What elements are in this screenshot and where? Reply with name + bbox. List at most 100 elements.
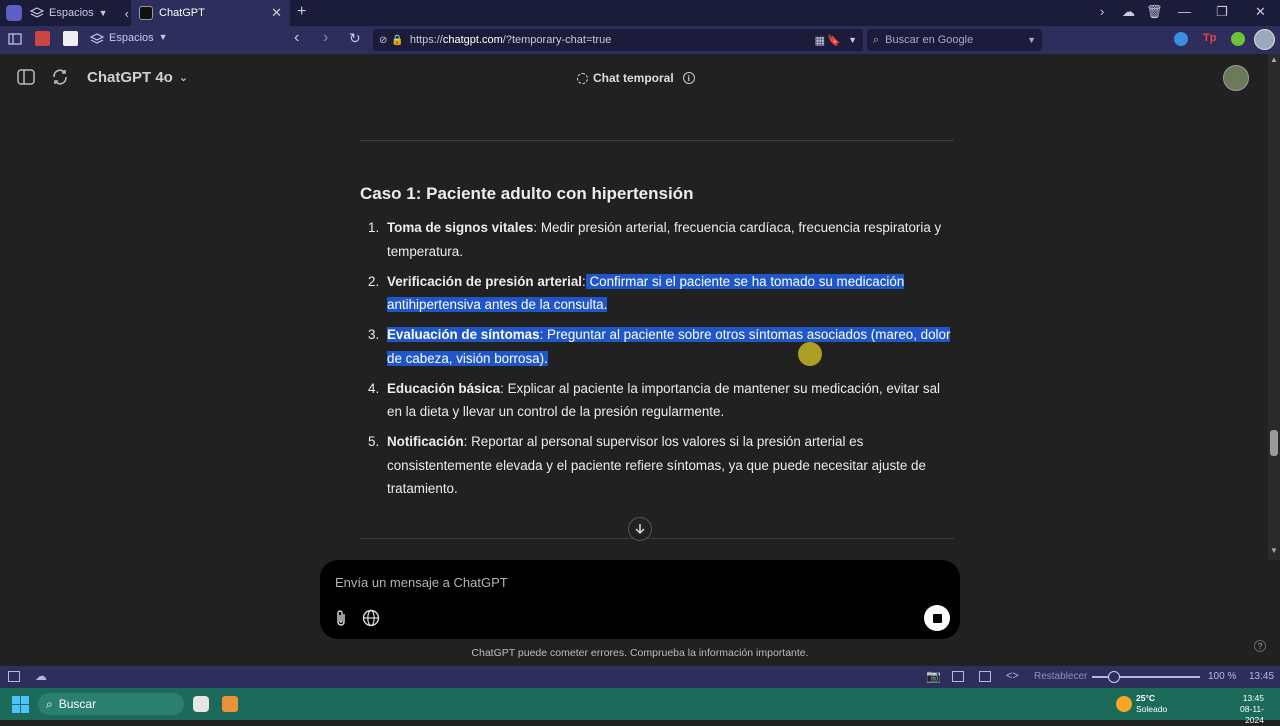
code-icon[interactable]: <> [1006,670,1019,682]
new-chat-icon[interactable] [51,68,69,86]
stop-generating-button[interactable] [924,605,950,631]
search-placeholder: Buscar en Google [885,34,974,46]
address-bar-row: Espacios ▼ ‹ › ↻ ⊘ 🔒 https://chatgpt.com… [0,26,1280,54]
scrollbar-thumb[interactable] [1270,430,1278,456]
step-title-selected: Evaluación de síntomas [387,327,540,342]
url-text: https://chatgpt.com/?temporary-chat=true [410,34,611,46]
trash-icon[interactable]: 🗑 [1146,4,1163,20]
camera-icon[interactable]: 📷 [926,669,941,683]
profile-avatar[interactable] [1254,29,1275,50]
vivaldi-taskbar-icon[interactable] [193,696,209,712]
step-number: 1. [368,220,380,235]
lock-icon: 🔒 [391,34,404,46]
scroll-up-icon[interactable]: ▲ [1270,55,1278,64]
new-tab-button[interactable]: + [297,3,306,21]
cloud-icon[interactable]: ☁ [35,669,47,683]
info-icon[interactable]: i [682,72,695,84]
minimize-icon[interactable]: — [1178,4,1191,19]
panel-toggle-icon[interactable] [8,32,22,46]
arrow-down-icon [634,523,646,535]
spaces-button[interactable]: Espacios ▼ [90,32,168,46]
dashed-circle-icon [577,72,588,84]
step-text: Reportar al personal supervisor los valo… [387,434,926,496]
step-number: 5. [368,434,380,449]
spaces-tab[interactable]: Espacios ▼ ‹ [30,0,129,26]
list-item: 3. Evaluación de síntomas: Preguntar al … [360,323,954,370]
step-title: Verificación de presión arterial [387,273,582,289]
model-selector[interactable]: ChatGPT 4o ⌄ [87,69,188,86]
chevron-down-icon: ⌄ [178,72,189,84]
search-engine-field[interactable]: ⌕ Buscar en Google ▼ [867,29,1042,51]
no-tracking-icon: ⊘ [379,34,388,46]
chatgpt-favicon-icon [139,6,153,20]
temporary-chat-label: Chat temporal [593,71,674,85]
zoom-slider-handle[interactable] [1108,671,1120,683]
reset-zoom-label[interactable]: Restablecer [1034,671,1087,682]
panel-icon[interactable] [8,671,20,682]
globe-icon[interactable] [362,609,380,627]
step-title: Notificación [387,434,464,449]
disclaimer: ChatGPT puede cometer errores. Comprueba… [471,647,809,659]
back-tab-icon[interactable]: ‹ [125,6,129,21]
system-clock[interactable]: 13:45 08-11-2024 [1222,693,1264,726]
tab-chatgpt[interactable]: ChatGPT ✕ [131,0,290,26]
extension-x-icon[interactable] [1231,32,1245,46]
list-item: 1. Toma de signos vitales: Medir presión… [360,216,954,263]
browser-status-bar: ☁ 📷 <> Restablecer 100 % 13:45 [0,666,1280,688]
app-taskbar-icon[interactable] [222,696,238,712]
page-scrollbar[interactable]: ▲ ▼ [1268,54,1280,560]
message-composer: Envía un mensaje a ChatGPT [320,560,960,639]
layers-icon [30,6,44,20]
spaces-button-label: Espacios [109,32,154,44]
calendar-icon[interactable] [35,31,50,46]
list-item: 5. Notificación: Reportar al personal su… [360,430,954,501]
close-tab-icon[interactable]: ✕ [271,5,282,21]
reload-icon[interactable]: ↻ [349,30,361,47]
scroll-to-bottom-button[interactable] [628,517,652,541]
divider [360,140,954,141]
clock-date: 08-11-2024 [1240,704,1264,725]
chevron-right-icon[interactable]: › [1100,4,1104,19]
divider [360,538,954,539]
zoom-level: 100 % [1208,671,1237,682]
extension-tp-icon[interactable]: Tp [1203,32,1216,44]
step-number: 3. [368,327,380,342]
zoom-slider[interactable] [1092,671,1200,683]
scroll-down-arrow-icon[interactable]: ▼ [1270,546,1278,555]
qr-code-icon[interactable]: ▦ [815,34,825,47]
close-window-icon[interactable]: ✕ [1255,4,1266,20]
taskbar-search[interactable]: ⌕ Buscar [38,693,184,715]
taskbar-search-label: Buscar [58,697,97,711]
chevron-down-icon[interactable]: ▼ [848,35,857,45]
tiling-icon[interactable] [979,671,991,682]
weather-widget[interactable]: 25°C Soleado [1136,693,1167,715]
layers-icon [90,32,104,46]
search-icon: ⌕ [46,696,53,711]
message-input[interactable]: Envía un mensaje a ChatGPT [335,575,508,590]
step-number: 2. [368,273,380,289]
step-number: 4. [368,380,380,396]
chevron-down-icon: ▼ [158,32,168,42]
attach-icon[interactable] [334,609,348,627]
chevron-down-icon: ▼ [98,8,108,18]
clock-time: 13:45 [1242,693,1264,703]
url-bar[interactable]: ⊘ 🔒 https://chatgpt.com/?temporary-chat=… [373,29,863,51]
windows-start-icon[interactable] [12,696,29,713]
forward-button[interactable]: › [323,29,328,47]
temporary-chat-indicator: Chat temporal i [577,71,695,85]
search-icon: ⌕ [873,33,880,46]
image-icon[interactable] [952,671,964,682]
user-avatar[interactable] [1223,65,1249,91]
restore-icon[interactable]: ❐ [1216,4,1228,20]
bookmark-app-icon[interactable] [63,31,78,46]
cloud-sync-icon[interactable]: ☁ [1122,4,1135,20]
list-item: 2. Verificación de presión arterial: Con… [360,270,954,317]
sidebar-toggle-icon[interactable] [17,69,35,85]
chevron-down-icon[interactable]: ▼ [1027,35,1036,45]
bookmark-icon[interactable]: 🔖 [827,34,841,47]
extension-icon[interactable] [1174,32,1188,46]
vivaldi-logo-icon[interactable] [6,5,22,21]
help-icon[interactable]: ? [1254,640,1266,652]
url-rest: /?temporary-chat=true [502,34,612,46]
back-button[interactable]: ‹ [294,29,299,47]
